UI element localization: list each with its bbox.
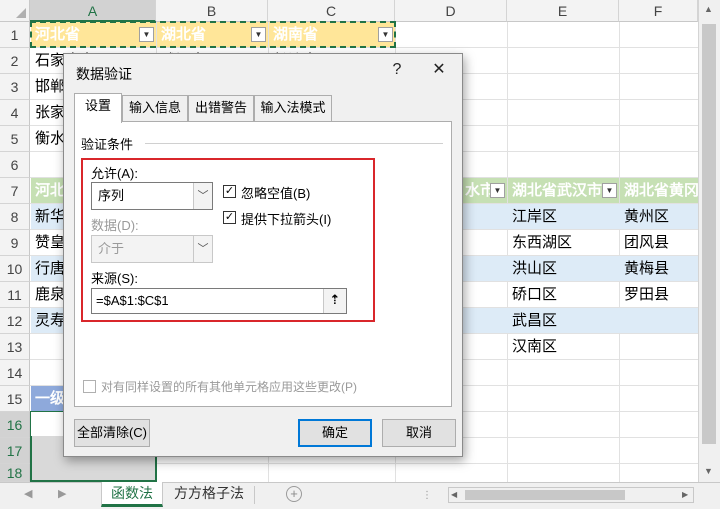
cell-a8[interactable]: 新华 (31, 204, 63, 229)
column-header-d[interactable]: D (395, 0, 507, 22)
column-header-b[interactable]: B (156, 0, 268, 22)
row-header-17[interactable]: 17 (0, 438, 30, 464)
help-icon[interactable]: ? (382, 58, 412, 82)
row-header-5[interactable]: 5 (0, 126, 30, 152)
data-validation-dialog: 数据验证 ? ✕ 设置 输入信息 出错警告 输入法模式 验证条件 允许(A): … (63, 53, 463, 457)
cell-f11[interactable]: 罗田县 (620, 282, 698, 307)
filter-dropdown-icon[interactable]: ▼ (602, 183, 617, 198)
row-header-3[interactable]: 3 (0, 74, 30, 100)
row-header-18[interactable]: 18 (0, 464, 30, 482)
tabbar-more-icon[interactable]: ⋮ (422, 490, 432, 501)
next-sheet-icon[interactable]: ▶ (58, 487, 66, 500)
settings-panel: 验证条件 允许(A): 序列 ﹀ ✓ 忽略空值(B) ✓ 提供下拉箭头(I) 数… (74, 121, 452, 407)
add-sheet-icon[interactable]: + (286, 486, 302, 502)
cell-e10[interactable]: 洪山区 (508, 256, 619, 281)
cell-e12[interactable]: 武昌区 (508, 308, 619, 333)
cell-f7[interactable]: 湖北省黄冈 (620, 178, 698, 203)
section-label: 验证条件 (81, 137, 134, 152)
filter-dropdown-icon[interactable]: ▼ (490, 183, 505, 198)
sheet-tab-functions[interactable]: 函数法 (101, 482, 163, 507)
apply-all-label: 对有同样设置的所有其他单元格应用这些更改(P) (101, 380, 357, 394)
row-header-15[interactable]: 15 (0, 386, 30, 412)
row-header-2[interactable]: 2 (0, 48, 30, 74)
cell-a10[interactable]: 行唐 (31, 256, 63, 281)
cell-f9[interactable]: 团风县 (620, 230, 698, 255)
scroll-right-icon[interactable]: ▶ (682, 490, 688, 499)
scroll-left-icon[interactable]: ◀ (451, 490, 457, 499)
section-divider (145, 143, 443, 144)
cancel-button[interactable]: 取消 (382, 419, 456, 447)
apply-all-checkbox[interactable] (83, 380, 96, 393)
scroll-down-icon[interactable]: ▼ (704, 466, 713, 476)
sheet-tab-fangfang[interactable]: 方方格子法 (167, 482, 251, 507)
close-icon[interactable]: ✕ (424, 58, 454, 82)
column-header-f[interactable]: F (619, 0, 698, 22)
cell-a11[interactable]: 鹿泉 (31, 282, 63, 307)
column-header-c[interactable]: C (268, 0, 395, 22)
cell-a12[interactable]: 灵寿 (31, 308, 63, 333)
highlight-box (81, 158, 375, 322)
tab-divider (254, 486, 255, 504)
row-header-7[interactable]: 7 (0, 178, 30, 204)
row-header-11[interactable]: 11 (0, 282, 30, 308)
row-header-14[interactable]: 14 (0, 360, 30, 386)
row-header-1[interactable]: 1 (0, 22, 30, 48)
tab-ime-mode[interactable]: 输入法模式 (254, 95, 332, 121)
column-header-a[interactable]: A (30, 0, 156, 22)
hscroll-thumb[interactable] (465, 490, 625, 500)
cell-f8[interactable]: 黄州区 (620, 204, 698, 229)
select-all-corner[interactable] (0, 0, 30, 22)
column-header-e[interactable]: E (507, 0, 619, 22)
tab-settings[interactable]: 设置 (74, 93, 122, 123)
cell-e8[interactable]: 江岸区 (508, 204, 619, 229)
copy-marquee (30, 21, 396, 48)
scroll-up-icon[interactable]: ▲ (704, 4, 713, 14)
row-header-16[interactable]: 16 (0, 412, 30, 438)
cell-a15[interactable]: 一级 (31, 386, 63, 411)
cell-a9[interactable]: 赞皇 (31, 230, 63, 255)
scroll-thumb[interactable] (702, 24, 716, 444)
row-header-13[interactable]: 13 (0, 334, 30, 360)
row-header-12[interactable]: 12 (0, 308, 30, 334)
clear-all-button[interactable]: 全部清除(C) (74, 419, 150, 447)
ok-button[interactable]: 确定 (298, 419, 372, 447)
row-header-8[interactable]: 8 (0, 204, 30, 230)
prev-sheet-icon[interactable]: ◀ (24, 487, 32, 500)
cell-e11[interactable]: 硚口区 (508, 282, 619, 307)
tab-input-message[interactable]: 输入信息 (122, 95, 188, 121)
row-header-4[interactable]: 4 (0, 100, 30, 126)
row-header-10[interactable]: 10 (0, 256, 30, 282)
row-header-9[interactable]: 9 (0, 230, 30, 256)
vertical-scrollbar[interactable]: ▲ ▼ (698, 0, 720, 482)
dialog-title: 数据验证 (76, 66, 132, 82)
tab-error-alert[interactable]: 出错警告 (188, 95, 254, 121)
cell-f10[interactable]: 黄梅县 (620, 256, 698, 281)
cell-e13[interactable]: 汉南区 (508, 334, 619, 359)
cell-e9[interactable]: 东西湖区 (508, 230, 619, 255)
row-header-6[interactable]: 6 (0, 152, 30, 178)
horizontal-scrollbar[interactable]: ◀ ▶ (448, 487, 694, 503)
